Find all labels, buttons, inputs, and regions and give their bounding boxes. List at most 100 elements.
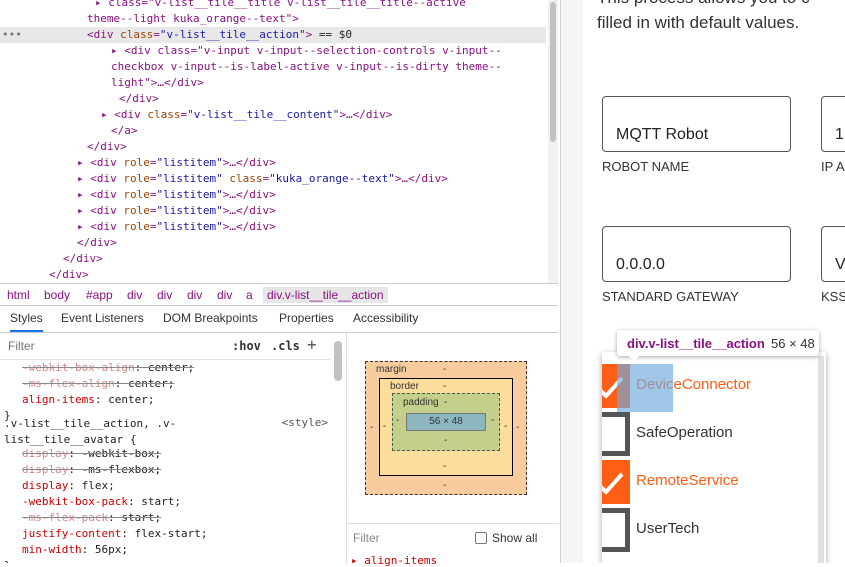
checkbox-unchecked[interactable] [602, 412, 630, 456]
tab-properties[interactable]: Properties [279, 311, 334, 325]
rule2-selector: .v-list__tile__action, .v- [4, 417, 177, 430]
tab-event-listeners[interactable]: Event Listeners [61, 311, 144, 325]
padding-left-value: - [396, 415, 400, 426]
dom-node[interactable]: ▸ <div role="listitem">…</div> [0, 219, 276, 235]
dom-node[interactable]: ▸ <div role="listitem">…</div> [0, 187, 276, 203]
dom-node[interactable]: ▸ <div role="listitem" class="kuka_orang… [0, 171, 448, 187]
breadcrumb: html body #app div div div div a div.v-list__til… [0, 283, 558, 306]
ip-address-value: 1 [835, 126, 844, 143]
node-actions-icon[interactable]: ••• [2, 27, 22, 43]
breadcrumb-item[interactable]: html [7, 288, 30, 302]
padding-bottom-value: - [444, 435, 448, 446]
style-declaration[interactable]: -ms-flex-pack: start; [22, 510, 161, 526]
elements-scroll-thumb[interactable] [550, 2, 556, 142]
list-item-label: SafeOperation [636, 424, 733, 441]
breadcrumb-item[interactable]: div [127, 288, 142, 302]
margin-right-value: - [516, 422, 520, 433]
rule2-source-link[interactable]: <style> [282, 416, 328, 429]
new-rule-button[interactable]: + [307, 335, 317, 354]
box-model-content[interactable]: 56 × 48 [406, 413, 486, 431]
border-label: border [390, 381, 419, 392]
elements-tree[interactable]: ▸ class="v-list__tile__title v-list__til… [0, 0, 546, 283]
checkbox-unchecked[interactable] [602, 508, 630, 552]
margin-label: margin [376, 364, 407, 375]
show-all-checkbox[interactable] [475, 532, 487, 544]
border-left-value: - [383, 421, 387, 432]
style-declaration[interactable]: display: -webkit-box; [22, 446, 161, 462]
dom-node[interactable]: theme--light kuka_orange--text"> [0, 11, 299, 27]
breadcrumb-item[interactable]: body [44, 288, 70, 302]
breadcrumb-item[interactable]: a [246, 288, 253, 302]
dom-node[interactable]: </div> [0, 251, 103, 267]
style-declaration[interactable]: justify-content: flex-start; [22, 526, 207, 542]
dom-node[interactable]: ▸ <div role="listitem">…</div> [0, 203, 276, 219]
tab-styles[interactable]: Styles [10, 311, 43, 332]
checkbox-checked[interactable] [602, 460, 630, 504]
dom-node[interactable]: checkbox v-input--is-label-active v-inpu… [0, 59, 502, 75]
box-model-margin: margin - - - - border - - - - padding - … [365, 361, 527, 495]
dom-node[interactable]: ▸ <div role="listitem">…</div> [0, 155, 276, 171]
tab-dom-breakpoints[interactable]: DOM Breakpoints [163, 311, 258, 325]
dom-node[interactable]: ▸ <div class="v-list__tile__content">…</… [0, 107, 392, 123]
style-declaration[interactable]: -webkit-box-align: center; [22, 360, 194, 376]
breadcrumb-item[interactable]: div [217, 288, 232, 302]
inspect-tooltip: div.v-list__tile__action 56 × 48 [617, 330, 819, 361]
robot-name-field[interactable]: MQTT Robot [602, 96, 791, 152]
style-declaration[interactable]: } [4, 558, 11, 563]
dom-node[interactable]: </div> [0, 139, 127, 155]
kss-field[interactable]: V [821, 226, 845, 282]
dom-node[interactable]: ▸ <div class="v-input v-input--selection… [0, 43, 502, 59]
tab-accessibility[interactable]: Accessibility [353, 311, 418, 325]
box-model-border: border - - - - padding - - - - 56 × 48 [379, 378, 513, 476]
padding-top-value: - [444, 397, 448, 408]
border-top-value: - [443, 381, 447, 392]
dom-node[interactable]: ▸ class="v-list__tile__title v-list__til… [0, 0, 466, 11]
padding-right-value: - [491, 415, 495, 426]
standard-gateway-field[interactable]: 0.0.0.0 [602, 226, 791, 282]
kss-label: KSS [821, 289, 845, 304]
dom-node[interactable]: </div> [0, 267, 89, 283]
description-line-2: filled in with default values. [597, 13, 800, 32]
standard-gateway-label: STANDARD GATEWAY [602, 289, 739, 304]
style-declaration[interactable]: -ms-flex-align: center; [22, 376, 174, 392]
hov-button[interactable]: :hov [232, 339, 261, 353]
ip-address-field[interactable]: 1 [821, 96, 845, 152]
styles-filter-bar: :hov .cls + [0, 333, 330, 360]
computed-pane: Filter Show all ▸ align-items [346, 523, 559, 567]
style-declaration[interactable]: min-width: 56px; [22, 542, 128, 558]
dom-node[interactable]: </a> [0, 123, 138, 139]
box-model: margin - - - - border - - - - padding - … [346, 333, 559, 523]
cls-button[interactable]: .cls [271, 339, 300, 353]
kss-value: V [835, 256, 845, 273]
dom-node[interactable]: </div> [0, 235, 117, 251]
margin-bottom-value: - [443, 480, 447, 491]
style-declaration[interactable]: -webkit-box-pack: start; [22, 494, 181, 510]
breadcrumb-item[interactable]: div [187, 288, 202, 302]
computed-filter-input[interactable]: Filter [353, 531, 380, 545]
robot-name-label: ROBOT NAME [602, 159, 690, 174]
style-declaration[interactable]: align-items: center; [22, 392, 154, 408]
breadcrumb-item[interactable]: div [157, 288, 172, 302]
element-highlight-overlay [617, 364, 673, 412]
style-declaration[interactable]: display: flex; [22, 478, 115, 494]
box-model-padding: padding - - - - 56 × 48 [392, 393, 500, 451]
styles-scrollbar[interactable] [334, 341, 342, 381]
styles-filter-input[interactable] [6, 338, 210, 354]
list-item[interactable]: UserTech [602, 500, 826, 552]
style-declaration[interactable]: display: -ms-flexbox; [22, 462, 161, 478]
border-bottom-value: - [443, 461, 447, 472]
tooltip-element-size: 56 × 48 [771, 336, 815, 351]
dom-node-selected[interactable]: <div class="v-list__tile__action"> == $0 [0, 27, 546, 43]
dom-node[interactable]: </div> [0, 91, 159, 107]
standard-gateway-value: 0.0.0.0 [616, 256, 665, 273]
breadcrumb-item[interactable]: #app [86, 288, 113, 302]
devtools-tabs: Styles Event Listeners DOM Breakpoints Prop… [0, 306, 558, 333]
elements-scrollbar[interactable] [548, 0, 558, 283]
web-app: This process allows you to c filled in w… [561, 0, 845, 563]
margin-left-value: - [370, 422, 374, 433]
computed-property[interactable]: ▸ align-items [351, 554, 437, 567]
list-item[interactable]: RemoteService [602, 452, 826, 504]
dom-node[interactable]: light">…</div> [0, 75, 204, 91]
show-all-label: Show all [492, 531, 538, 545]
breadcrumb-item[interactable]: div.v-list__tile__action [263, 287, 388, 303]
